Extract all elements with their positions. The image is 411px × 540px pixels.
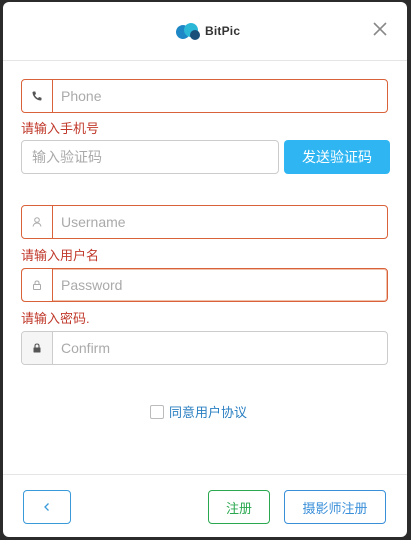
bitpic-logo-icon bbox=[176, 23, 200, 40]
agree-terms-checkbox[interactable]: 同意用户协议 bbox=[150, 402, 247, 421]
register-dialog: BitPic 请输入手机号 发送验证码 请输入用户名 请输入密 bbox=[3, 2, 407, 537]
brand-logo: BitPic bbox=[174, 21, 240, 41]
confirm-input[interactable] bbox=[53, 332, 387, 364]
lock-icon bbox=[22, 332, 53, 364]
password-field bbox=[21, 268, 388, 302]
brand-name: BitPic bbox=[205, 24, 241, 38]
photographer-register-button[interactable]: 摄影师注册 bbox=[284, 490, 386, 524]
phone-field bbox=[21, 79, 388, 113]
phone-input[interactable] bbox=[53, 80, 387, 112]
phone-icon bbox=[22, 80, 53, 112]
lock-outline-icon bbox=[22, 269, 53, 301]
verification-code-input[interactable] bbox=[22, 141, 278, 173]
username-field bbox=[21, 205, 388, 239]
register-button[interactable]: 注册 bbox=[208, 490, 270, 524]
dialog-header: BitPic bbox=[3, 2, 407, 61]
user-icon bbox=[22, 206, 53, 238]
dialog-footer: 注册 摄影师注册 bbox=[3, 474, 407, 537]
agree-terms-label[interactable]: 同意用户协议 bbox=[169, 402, 247, 421]
password-input[interactable] bbox=[53, 269, 387, 301]
chevron-left-icon bbox=[44, 503, 49, 511]
close-button[interactable] bbox=[371, 20, 389, 38]
password-error: 请输入密码. bbox=[21, 311, 90, 326]
confirm-field bbox=[21, 331, 388, 365]
send-code-button[interactable]: 发送验证码 bbox=[284, 140, 390, 174]
username-input[interactable] bbox=[53, 206, 387, 238]
verification-code-field bbox=[21, 140, 279, 174]
username-error: 请输入用户名 bbox=[21, 248, 100, 263]
back-button[interactable] bbox=[23, 490, 71, 524]
phone-error: 请输入手机号 bbox=[21, 121, 100, 136]
close-icon bbox=[373, 22, 387, 36]
checkbox-box[interactable] bbox=[150, 404, 164, 419]
